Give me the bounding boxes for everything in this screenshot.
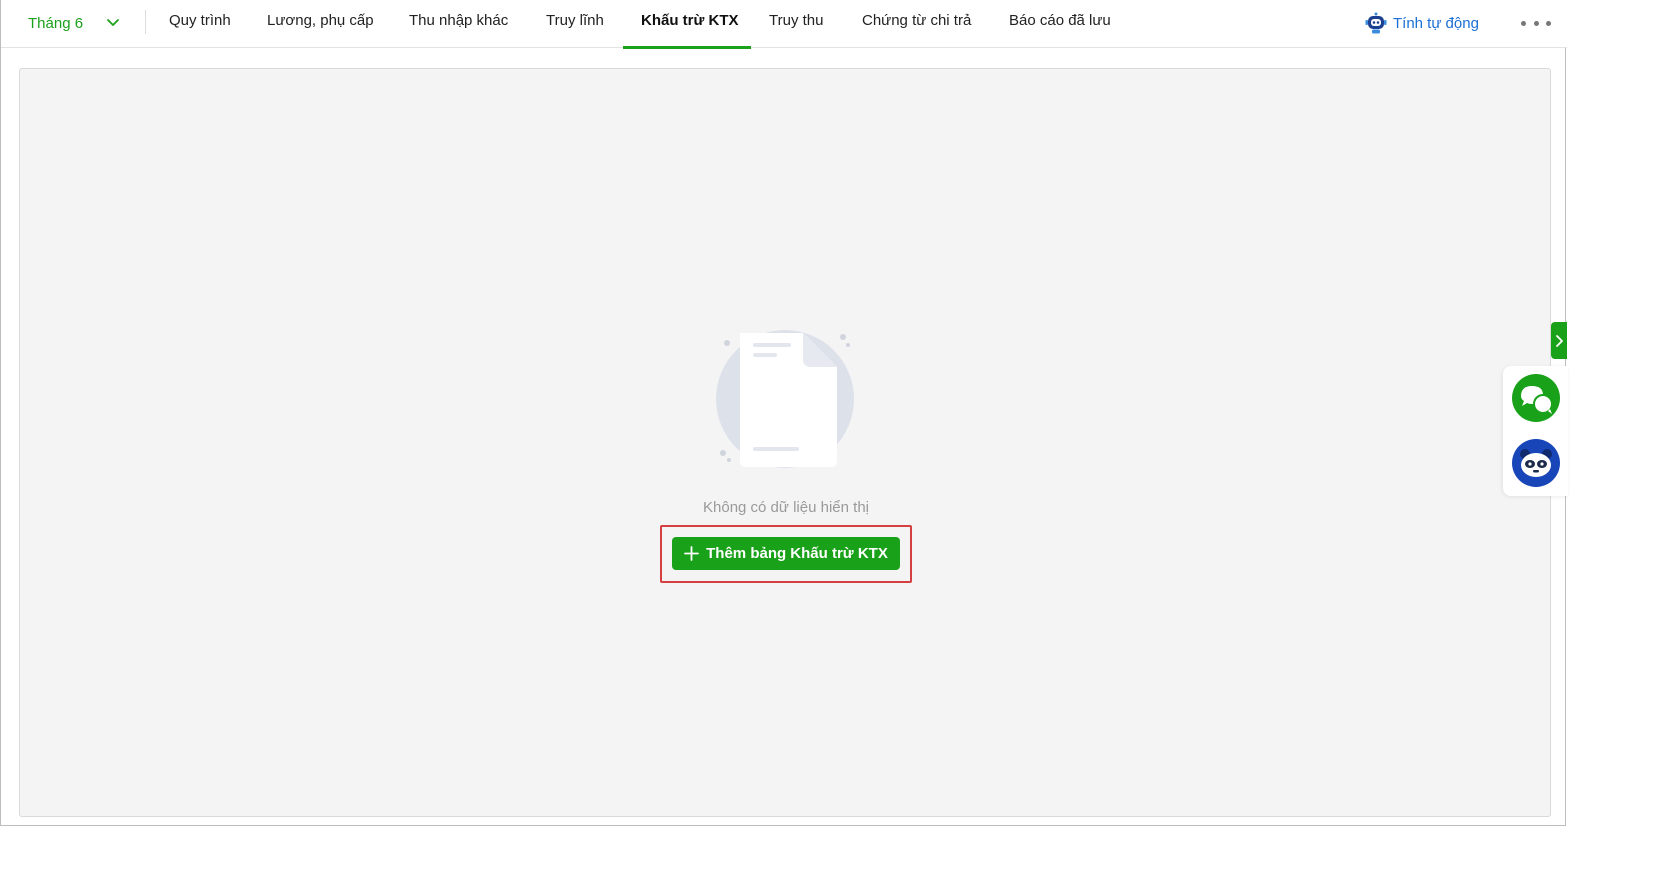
- auto-calc-label: Tính tự động: [1393, 14, 1479, 32]
- auto-calc-button[interactable]: Tính tự động: [1364, 10, 1479, 36]
- tab-quy-trinh[interactable]: Quy trình: [169, 12, 231, 29]
- empty-document-icon: [716, 330, 854, 468]
- tab-truy-linh[interactable]: Truy lĩnh: [546, 12, 604, 29]
- nav-divider: [145, 10, 146, 34]
- tab-bao-cao-da-luu[interactable]: Báo cáo đã lưu: [1009, 12, 1111, 29]
- chat-icon[interactable]: [1512, 374, 1560, 422]
- robot-icon: [1365, 12, 1387, 34]
- month-selector[interactable]: Tháng 6: [28, 12, 119, 34]
- month-label: Tháng 6: [28, 14, 84, 32]
- content-panel: Không có dữ liệu hiển thị Thêm bảng Khấu…: [19, 68, 1551, 817]
- tab-chung-tu-chi-tra[interactable]: Chứng từ chi trả: [862, 12, 971, 29]
- active-tab-indicator: [623, 46, 751, 49]
- chevron-right-icon: [1556, 334, 1563, 347]
- panda-bot-icon[interactable]: [1512, 439, 1560, 487]
- tab-truy-thu[interactable]: Truy thu: [769, 12, 823, 29]
- tab-thu-nhap-khac[interactable]: Thu nhập khác: [409, 12, 508, 29]
- more-horizontal-icon[interactable]: [1521, 12, 1551, 34]
- empty-state-message: Không có dữ liệu hiển thị: [703, 499, 869, 516]
- tab-khau-tru-ktx[interactable]: Khấu trừ KTX: [641, 12, 739, 29]
- top-navigation: Tháng 6 Quy trình Lương, phụ cấp Thu nhậ…: [1, 0, 1567, 49]
- chevron-down-icon: [107, 19, 119, 26]
- tab-luong-phu-cap[interactable]: Lương, phụ cấp: [267, 12, 374, 29]
- add-deduction-table-button[interactable]: Thêm bảng Khấu trừ KTX: [672, 537, 900, 570]
- side-panel-toggle[interactable]: [1551, 322, 1567, 359]
- floating-support-panel: [1503, 366, 1568, 496]
- app-window: Tháng 6 Quy trình Lương, phụ cấp Thu nhậ…: [0, 0, 1567, 826]
- add-button-label: Thêm bảng Khấu trừ KTX: [706, 545, 888, 562]
- plus-icon: [684, 546, 700, 561]
